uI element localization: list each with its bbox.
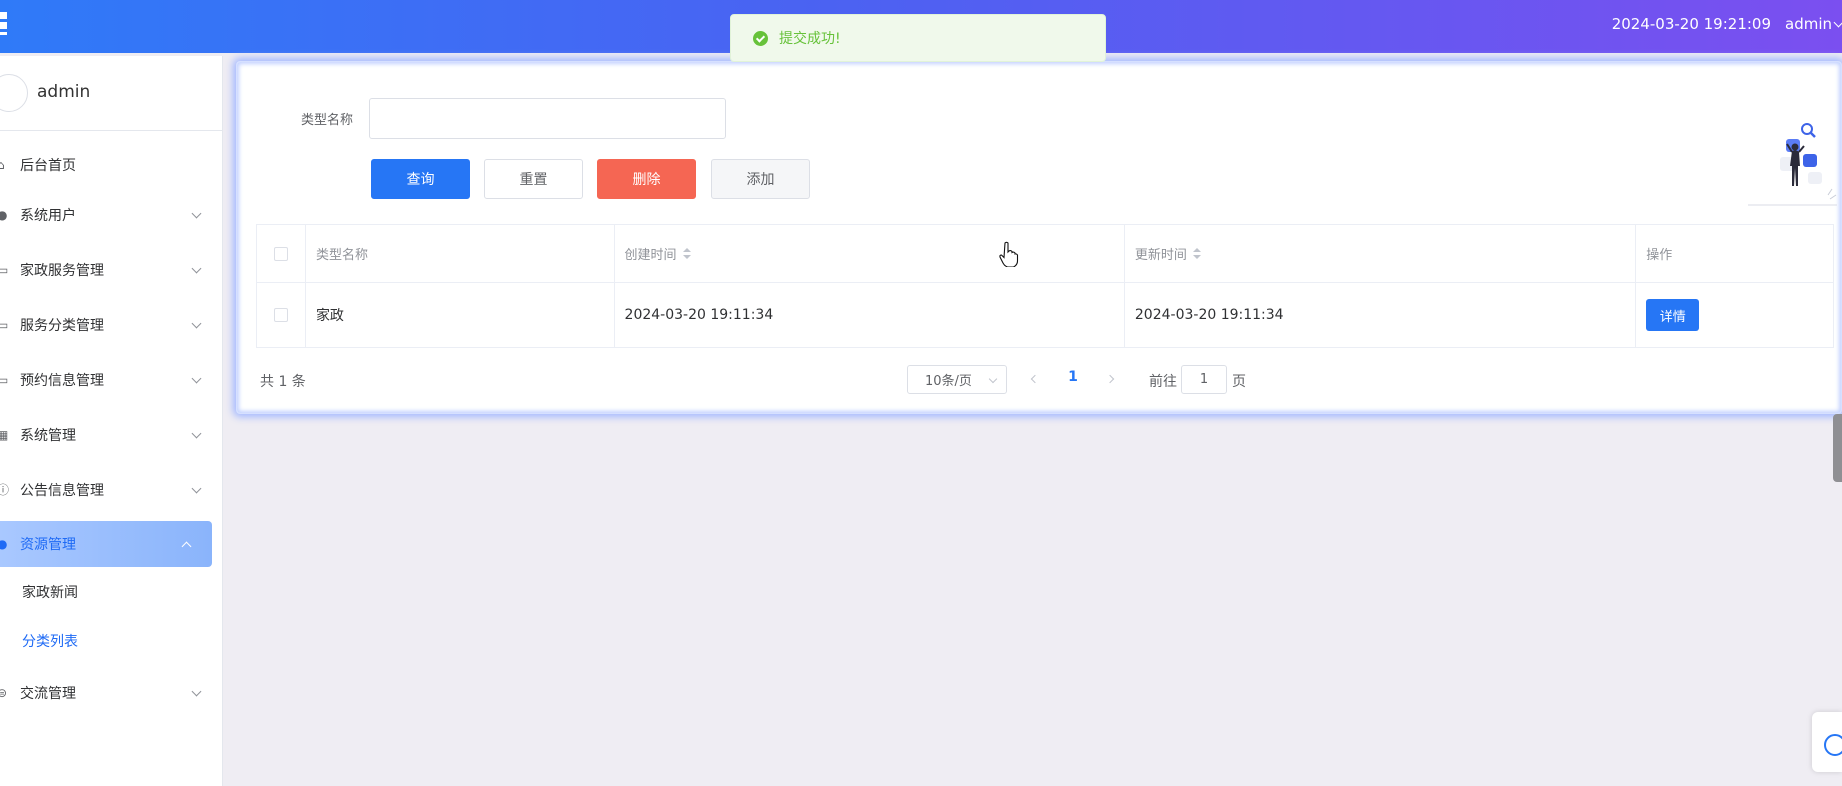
submenu-item-category-list[interactable]: 分类列表 (0, 616, 222, 665)
detail-button[interactable]: 详情 (1646, 299, 1700, 331)
cell-created: 2024-03-20 19:11:34 (615, 283, 1125, 347)
person-search-illustration (1748, 123, 1837, 206)
home-icon: ⌂ (0, 157, 5, 172)
add-button[interactable]: 添加 (711, 159, 810, 199)
main-card: 类型名称 查询 重置 删除 添加 类型名称 创建时间 更新时间 操作 家政 20… (236, 61, 1842, 414)
goto-suffix: 页 (1232, 374, 1246, 390)
submenu-item-label: 分类列表 (22, 633, 78, 650)
row-checkbox-cell (257, 283, 306, 347)
folder-icon: ▭ (0, 372, 9, 387)
current-page-number[interactable]: 1 (1067, 369, 1079, 385)
column-header-actions: 操作 (1636, 225, 1833, 282)
delete-button[interactable]: 删除 (597, 159, 696, 199)
sidebar-item-label: 后台首页 (20, 157, 76, 174)
chart-icon: ▦ (0, 427, 9, 442)
sidebar-item-label: 交流管理 (20, 685, 76, 702)
page-size-value: 10条/页 (925, 374, 972, 389)
sidebar-profile: admin (0, 56, 222, 131)
category-table: 类型名称 创建时间 更新时间 操作 家政 2024-03-20 19:11:34… (256, 224, 1834, 348)
sort-icon[interactable] (1192, 247, 1201, 260)
chevron-down-icon (191, 208, 202, 218)
sidebar-item-system-users[interactable]: ● 系统用户 (0, 187, 222, 242)
profile-name: admin (37, 82, 91, 102)
goto-page-input[interactable]: 1 (1181, 365, 1227, 394)
column-header-label: 更新时间 (1134, 248, 1187, 263)
goto-label: 前往 (1149, 374, 1177, 390)
sidebar-item-label: 系统用户 (20, 207, 76, 224)
sidebar-item-home[interactable]: ⌂ 后台首页 (0, 142, 222, 187)
chevron-down-icon (191, 483, 202, 493)
avatar (0, 74, 28, 112)
chevron-up-icon (181, 541, 192, 552)
chevron-down-icon (1833, 17, 1842, 28)
sidebar-item-resource-management[interactable]: ● 资源管理 (0, 521, 212, 567)
sidebar-item-communication[interactable]: ⊜ 交流管理 (0, 665, 222, 720)
toast-message: 提交成功! (779, 31, 841, 47)
cell-updated: 2024-03-20 19:11:34 (1125, 283, 1637, 347)
cell-type-name: 家政 (306, 283, 615, 347)
user-icon: ● (0, 207, 8, 222)
scrollbar-handle[interactable] (1833, 414, 1842, 482)
sidebar-item-housekeeping-service[interactable]: ▭ 家政服务管理 (0, 242, 222, 297)
select-all-checkbox[interactable] (273, 246, 288, 261)
folder-icon: ▭ (0, 317, 9, 332)
success-check-icon (753, 30, 768, 46)
sidebar-item-announcement[interactable]: ⓘ 公告信息管理 (0, 462, 222, 517)
column-header-label: 创建时间 (624, 248, 677, 263)
submenu-item-housekeeping-news[interactable]: 家政新闻 (0, 567, 222, 616)
query-button[interactable]: 查询 (371, 159, 470, 199)
table-header-row: 类型名称 创建时间 更新时间 操作 (257, 225, 1833, 283)
search-label: 类型名称 (301, 113, 354, 128)
sidebar-item-label: 服务分类管理 (20, 317, 104, 334)
bulb-icon: ● (0, 537, 8, 551)
assistant-icon (1824, 734, 1842, 756)
row-checkbox[interactable] (273, 308, 288, 322)
sidebar-item-label: 家政服务管理 (20, 262, 104, 279)
chevron-down-icon (191, 428, 202, 438)
chat-icon: ⊜ (0, 685, 8, 700)
chevron-down-icon (191, 373, 202, 383)
type-name-input[interactable] (369, 98, 726, 139)
info-icon: ⓘ (0, 482, 10, 497)
chevron-down-icon (988, 374, 998, 384)
column-header-created[interactable]: 创建时间 (615, 225, 1125, 282)
sidebar-item-label: 系统管理 (20, 427, 76, 444)
chevron-down-icon (191, 686, 202, 696)
column-header-label: 类型名称 (315, 248, 368, 263)
sidebar-item-label: 公告信息管理 (20, 482, 104, 499)
column-header-type-name: 类型名称 (306, 225, 615, 282)
pagination-total: 共 1 条 (260, 374, 306, 390)
user-name: admin (1785, 15, 1832, 33)
success-toast: 提交成功! (730, 14, 1106, 62)
page-size-select[interactable]: 10条/页 (907, 365, 1007, 394)
column-header-updated[interactable]: 更新时间 (1125, 225, 1637, 282)
reset-button[interactable]: 重置 (484, 159, 583, 199)
folder-icon: ▭ (0, 262, 9, 277)
sidebar: admin ⌂ 后台首页 ● 系统用户 ▭ 家政服务管理 ▭ 服务分类管理 ▭ … (0, 56, 223, 786)
header-checkbox-cell (257, 225, 306, 282)
floating-assistant-button[interactable] (1812, 712, 1842, 772)
header-datetime: 2024-03-20 19:21:09 (1611, 15, 1771, 33)
sidebar-item-label: 预约信息管理 (20, 372, 104, 389)
submenu-item-label: 家政新闻 (22, 584, 78, 601)
cell-actions: 详情 (1636, 283, 1833, 347)
next-page-icon[interactable] (1105, 374, 1115, 384)
sidebar-item-service-category[interactable]: ▭ 服务分类管理 (0, 297, 222, 352)
table-row: 家政 2024-03-20 19:11:34 2024-03-20 19:11:… (257, 283, 1833, 347)
user-menu[interactable]: admin (1785, 15, 1842, 33)
sort-icon[interactable] (682, 247, 691, 260)
chevron-down-icon (191, 318, 202, 328)
sidebar-item-system-management[interactable]: ▦ 系统管理 (0, 407, 222, 462)
prev-page-icon[interactable] (1030, 374, 1040, 384)
chevron-down-icon (191, 263, 202, 273)
column-header-label: 操作 (1646, 248, 1673, 263)
sidebar-item-label: 资源管理 (20, 537, 76, 553)
sidebar-item-appointment[interactable]: ▭ 预约信息管理 (0, 352, 222, 407)
grid-menu-icon[interactable] (0, 12, 12, 35)
